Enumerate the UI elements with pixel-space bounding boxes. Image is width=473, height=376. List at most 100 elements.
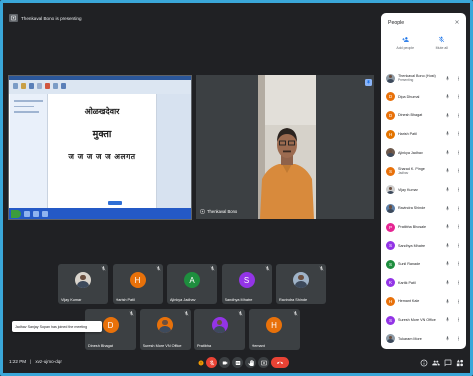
- avatar: A: [184, 272, 200, 288]
- more-vert-icon[interactable]: [456, 299, 461, 304]
- participant-row[interactable]: H Hemant Kale: [381, 292, 466, 311]
- mic-icon[interactable]: [445, 317, 450, 322]
- participant-tile[interactable]: H Harish Patil: [112, 264, 163, 304]
- mute-all-button[interactable]: Mute all: [425, 35, 459, 50]
- participant-row[interactable]: S Suresh More VN Office: [381, 311, 466, 330]
- mic-off-button[interactable]: [206, 357, 217, 368]
- more-vert-icon[interactable]: [456, 113, 461, 118]
- close-icon[interactable]: [454, 19, 460, 25]
- participant-subtitle: Jadhav: [398, 171, 409, 176]
- call-end-icon: [277, 360, 283, 366]
- call-end-button[interactable]: [271, 357, 289, 368]
- avatar: H: [386, 296, 395, 306]
- participant-tile[interactable]: S Sandhya Mhatre: [221, 264, 272, 304]
- participant-row[interactable]: S Sunil Ranade: [381, 255, 466, 274]
- participant-row[interactable]: P Pratibha Bhosale: [381, 218, 466, 237]
- avatar: D: [386, 92, 395, 102]
- word-ribbon: [9, 80, 191, 94]
- mic-icon[interactable]: [445, 243, 450, 248]
- mic-icon[interactable]: [445, 280, 450, 285]
- panel-actions: Add people Mute all: [381, 35, 466, 50]
- participant-row[interactable]: Vijay Kumar: [381, 181, 466, 200]
- avatar: D: [102, 317, 119, 333]
- participant-tile[interactable]: Pratibha: [194, 309, 245, 350]
- mic-icon[interactable]: [445, 299, 450, 304]
- speaker-tile[interactable]: Thenkaval Bono: [196, 75, 374, 219]
- mic-icon[interactable]: [445, 94, 450, 99]
- more-vert-icon[interactable]: [456, 94, 461, 99]
- mic-icon[interactable]: [445, 187, 450, 192]
- participant-tile[interactable]: Ravindra Shinde: [276, 264, 326, 304]
- more-vert-icon[interactable]: [456, 168, 461, 173]
- people-icon[interactable]: [432, 359, 440, 367]
- present-to-all-button[interactable]: [258, 357, 269, 368]
- present-icon: [200, 209, 205, 214]
- more-vert-icon[interactable]: [456, 261, 461, 266]
- participant-name: Sandhya Mhatre: [224, 297, 253, 302]
- participant-name: Ajinkya Jadhav: [398, 150, 423, 155]
- more-vert-icon[interactable]: [456, 280, 461, 285]
- mic-icon[interactable]: [445, 131, 450, 136]
- speaker-name: Thenkaval Bono: [207, 209, 238, 214]
- videocam-button[interactable]: [219, 357, 230, 368]
- mic-icon[interactable]: [445, 224, 450, 229]
- chat-icon[interactable]: [444, 359, 452, 367]
- participant-name: Sandhya Mhatre: [398, 243, 426, 248]
- participant-row[interactable]: H Harish Patil: [381, 125, 466, 144]
- taskbar: [9, 208, 191, 219]
- more-vert-icon[interactable]: [456, 187, 461, 192]
- more-vert-icon[interactable]: [456, 243, 461, 248]
- participant-tile[interactable]: Suresh More VN Office: [139, 309, 191, 350]
- mic-off-icon: [293, 311, 298, 316]
- participant-row[interactable]: Thenkaval Bono (Host) Presenting: [381, 69, 466, 88]
- participant-row[interactable]: D Dinesh Bhagat: [381, 106, 466, 125]
- add-people-button[interactable]: Add people: [388, 35, 422, 50]
- participant-name: Sunil Ranade: [398, 262, 421, 267]
- pin-icon[interactable]: [365, 79, 372, 86]
- participant-name: Hemant: [251, 343, 265, 348]
- mic-icon[interactable]: [445, 113, 450, 118]
- mic-icon[interactable]: [445, 261, 450, 266]
- participant-tile[interactable]: H Hemant: [248, 309, 300, 350]
- participant-row[interactable]: K Kartik Patil: [381, 274, 466, 293]
- mic-icon[interactable]: [445, 336, 450, 341]
- participant-row[interactable]: Ravindra Shinde: [381, 199, 466, 218]
- participant-row[interactable]: Tukaram More: [381, 329, 466, 348]
- more-vert-icon[interactable]: [456, 317, 461, 322]
- info-icon[interactable]: [420, 359, 428, 367]
- participant-name: Dinesh Bhagat: [88, 343, 113, 348]
- participant-row[interactable]: D Dipa Dhumal: [381, 88, 466, 107]
- meeting-details[interactable]: 1:22 PM | xvz-ujmo-dqr: [9, 359, 62, 364]
- shared-screen-tile[interactable]: ओळखदेवार मुक्ता ज ज ज ज ज अलगत: [8, 75, 192, 220]
- avatar-photo: [386, 334, 395, 344]
- action-label: Add people: [396, 46, 415, 50]
- participant-row[interactable]: S Sharad K. Pinge Jadhav: [381, 162, 466, 181]
- clock-time: 1:22 PM: [9, 359, 27, 364]
- mic-icon[interactable]: [445, 168, 450, 173]
- raise-hand-button[interactable]: [245, 357, 256, 368]
- panel-title: People: [388, 20, 405, 26]
- mic-icon[interactable]: [445, 150, 450, 155]
- mic-icon[interactable]: [445, 76, 450, 81]
- mic-off-icon: [265, 266, 270, 271]
- participant-row[interactable]: Ajinkya Jadhav: [381, 143, 466, 162]
- participant-row[interactable]: S Sandhya Mhatre: [381, 236, 466, 255]
- more-vert-icon[interactable]: [456, 150, 461, 155]
- closed-caption-button[interactable]: [232, 357, 243, 368]
- mic-icon[interactable]: [445, 206, 450, 211]
- ribbon-icon: [37, 83, 42, 89]
- more-vert-icon[interactable]: [456, 336, 461, 341]
- participant-name-block: Ajinkya Jadhav: [398, 151, 440, 155]
- more-vert-icon[interactable]: [456, 76, 461, 81]
- more-vert-icon[interactable]: [456, 131, 461, 136]
- person-add-icon: [401, 35, 410, 44]
- activities-icon[interactable]: [456, 359, 464, 367]
- participant-tile[interactable]: A Ajinkya Jadhav: [167, 264, 217, 304]
- participant-name-block: Harish Patil: [398, 132, 440, 136]
- participant-name: Suresh More VN Office: [142, 343, 182, 348]
- participant-tile[interactable]: Vijay Kumar: [58, 264, 108, 304]
- participant-name: Vijay Kumar: [61, 297, 82, 302]
- participant-name: Ravindra Shinde: [279, 297, 308, 302]
- more-vert-icon[interactable]: [456, 206, 461, 211]
- more-vert-icon[interactable]: [456, 224, 461, 229]
